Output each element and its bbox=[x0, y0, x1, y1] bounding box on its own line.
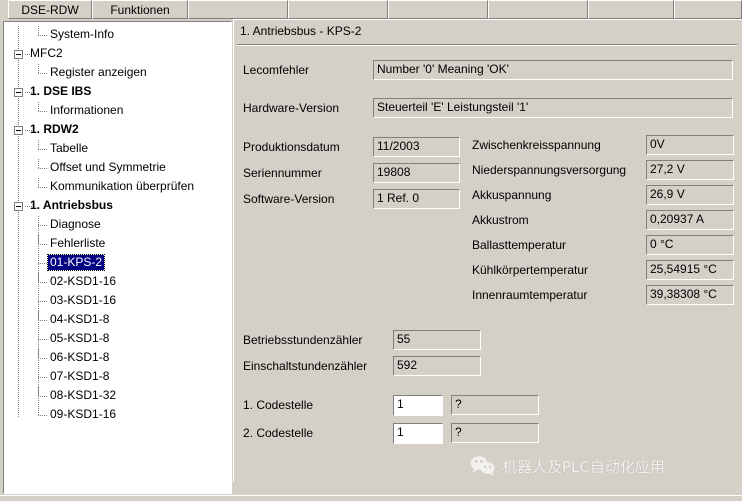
field-label: 1. Codestelle bbox=[243, 398, 314, 412]
menu-item-empty-4 bbox=[388, 0, 488, 19]
code-meaning-field: ? bbox=[451, 395, 539, 415]
menu-bar: DSE-RDW Funktionen bbox=[0, 0, 742, 19]
tree-collapse-icon[interactable] bbox=[14, 88, 23, 97]
tree-item-label: 05-KSD1-8 bbox=[50, 331, 110, 345]
code-value-input[interactable]: 1 bbox=[393, 423, 443, 444]
tree-item-label: 09-KSD1-16 bbox=[50, 407, 117, 421]
tree-connector-line bbox=[38, 415, 47, 416]
tree-item-label: Kommunikation überprüfen bbox=[50, 179, 195, 193]
menu-bar-left-spacer bbox=[0, 0, 8, 19]
device-details-panel: 1. Antriebsbus - KPS-2 Lecomfehler Number… bbox=[233, 19, 742, 482]
tree-collapse-icon[interactable] bbox=[14, 202, 23, 211]
tree-connector-line bbox=[38, 102, 39, 112]
menu-item-empty-3 bbox=[288, 0, 388, 19]
tree-item-label: 07-KSD1-8 bbox=[50, 369, 110, 383]
tree-item-label: 1. Antriebsbus bbox=[30, 198, 113, 212]
code-value-input[interactable]: 1 bbox=[393, 395, 443, 416]
watermark-text: 机器人及PLC自动化应用 bbox=[502, 457, 665, 476]
tree-collapse-icon[interactable] bbox=[14, 50, 23, 59]
tree-connector-line bbox=[38, 26, 39, 36]
tree-connector-line bbox=[38, 282, 47, 283]
tree-item[interactable]: 1. DSE IBS bbox=[4, 83, 231, 102]
tree-item[interactable]: Kommunikation überprüfen bbox=[4, 178, 231, 197]
tree-item-label: 1. RDW2 bbox=[30, 122, 79, 136]
tree-connector-line bbox=[38, 244, 47, 245]
navigation-tree-panel[interactable]: System-Info MFC2 Register anzeigen 1. DSE I… bbox=[3, 21, 232, 494]
tree-connector-line bbox=[38, 320, 47, 321]
tree-item[interactable]: Tabelle bbox=[4, 140, 231, 159]
tree-connector-line bbox=[38, 377, 47, 378]
tree-item[interactable]: Informationen bbox=[4, 102, 231, 121]
menu-item-empty-7 bbox=[674, 0, 742, 19]
tree-connector-line bbox=[38, 35, 47, 36]
tree-item-label: 08-KSD1-32 bbox=[50, 388, 117, 402]
tree-item-label: 04-KSD1-8 bbox=[50, 312, 110, 326]
tree-connector-line bbox=[38, 64, 39, 74]
tree-item-label: 01-KPS-2 bbox=[46, 254, 106, 271]
menu-item-empty-5 bbox=[488, 0, 588, 19]
navigation-tree: System-Info MFC2 Register anzeigen 1. DSE I… bbox=[4, 26, 231, 425]
tree-item-label: 03-KSD1-16 bbox=[50, 293, 117, 307]
wechat-icon bbox=[470, 456, 495, 476]
field-label: 2. Codestelle bbox=[243, 426, 314, 440]
code-meaning-field: ? bbox=[451, 423, 539, 443]
tree-connector-line bbox=[38, 225, 47, 226]
tree-item-label: Informationen bbox=[50, 103, 124, 117]
tree-connector-line bbox=[38, 140, 39, 150]
tree-connector-line bbox=[38, 178, 39, 188]
tree-connector-line bbox=[38, 111, 47, 112]
tree-item-label: Diagnose bbox=[50, 217, 101, 231]
tree-connector-line bbox=[38, 159, 39, 169]
watermark: 机器人及PLC自动化应用 bbox=[470, 455, 665, 477]
tree-item[interactable]: System-Info bbox=[4, 26, 231, 45]
tree-connector-line bbox=[38, 396, 47, 397]
menu-item-empty-2 bbox=[188, 0, 288, 19]
tree-connector-line bbox=[38, 149, 47, 150]
tree-item-label: 06-KSD1-8 bbox=[50, 350, 110, 364]
tree-item-label: Tabelle bbox=[50, 141, 89, 155]
tree-connector-line bbox=[38, 168, 47, 169]
tree-connector-line bbox=[38, 358, 47, 359]
code-position-field-group: 1. Codestelle 1? 2. Codestelle 1? bbox=[234, 20, 742, 482]
tree-item-label: Register anzeigen bbox=[50, 65, 147, 79]
tree-item[interactable]: MFC2 bbox=[4, 45, 231, 64]
tree-item-label: System-Info bbox=[50, 27, 115, 41]
menu-item-funktionen[interactable]: Funktionen bbox=[92, 0, 188, 19]
tree-item-label: Fehlerliste bbox=[50, 236, 106, 250]
tree-item[interactable]: Offset und Symmetrie bbox=[4, 159, 231, 178]
tree-connector-line bbox=[38, 263, 47, 264]
tree-item-label: 1. DSE IBS bbox=[30, 84, 92, 98]
tree-child-line bbox=[38, 216, 39, 416]
tree-item-label: MFC2 bbox=[30, 46, 63, 60]
tree-connector-line bbox=[38, 301, 47, 302]
tree-item-label: 02-KSD1-16 bbox=[50, 274, 117, 288]
menu-item-empty-6 bbox=[588, 0, 674, 19]
tree-item-label: Offset und Symmetrie bbox=[50, 160, 166, 174]
tree-item[interactable]: Register anzeigen bbox=[4, 64, 231, 83]
tree-item[interactable]: 1. Antriebsbus bbox=[4, 197, 231, 216]
tree-collapse-icon[interactable] bbox=[14, 126, 23, 135]
tree-connector-line bbox=[38, 187, 47, 188]
menu-item-dse-rdw[interactable]: DSE-RDW bbox=[8, 0, 92, 19]
tree-connector-line bbox=[38, 73, 47, 74]
tree-item[interactable]: 1. RDW2 bbox=[4, 121, 231, 140]
tree-connector-line bbox=[38, 339, 47, 340]
bottom-strip bbox=[0, 495, 742, 501]
